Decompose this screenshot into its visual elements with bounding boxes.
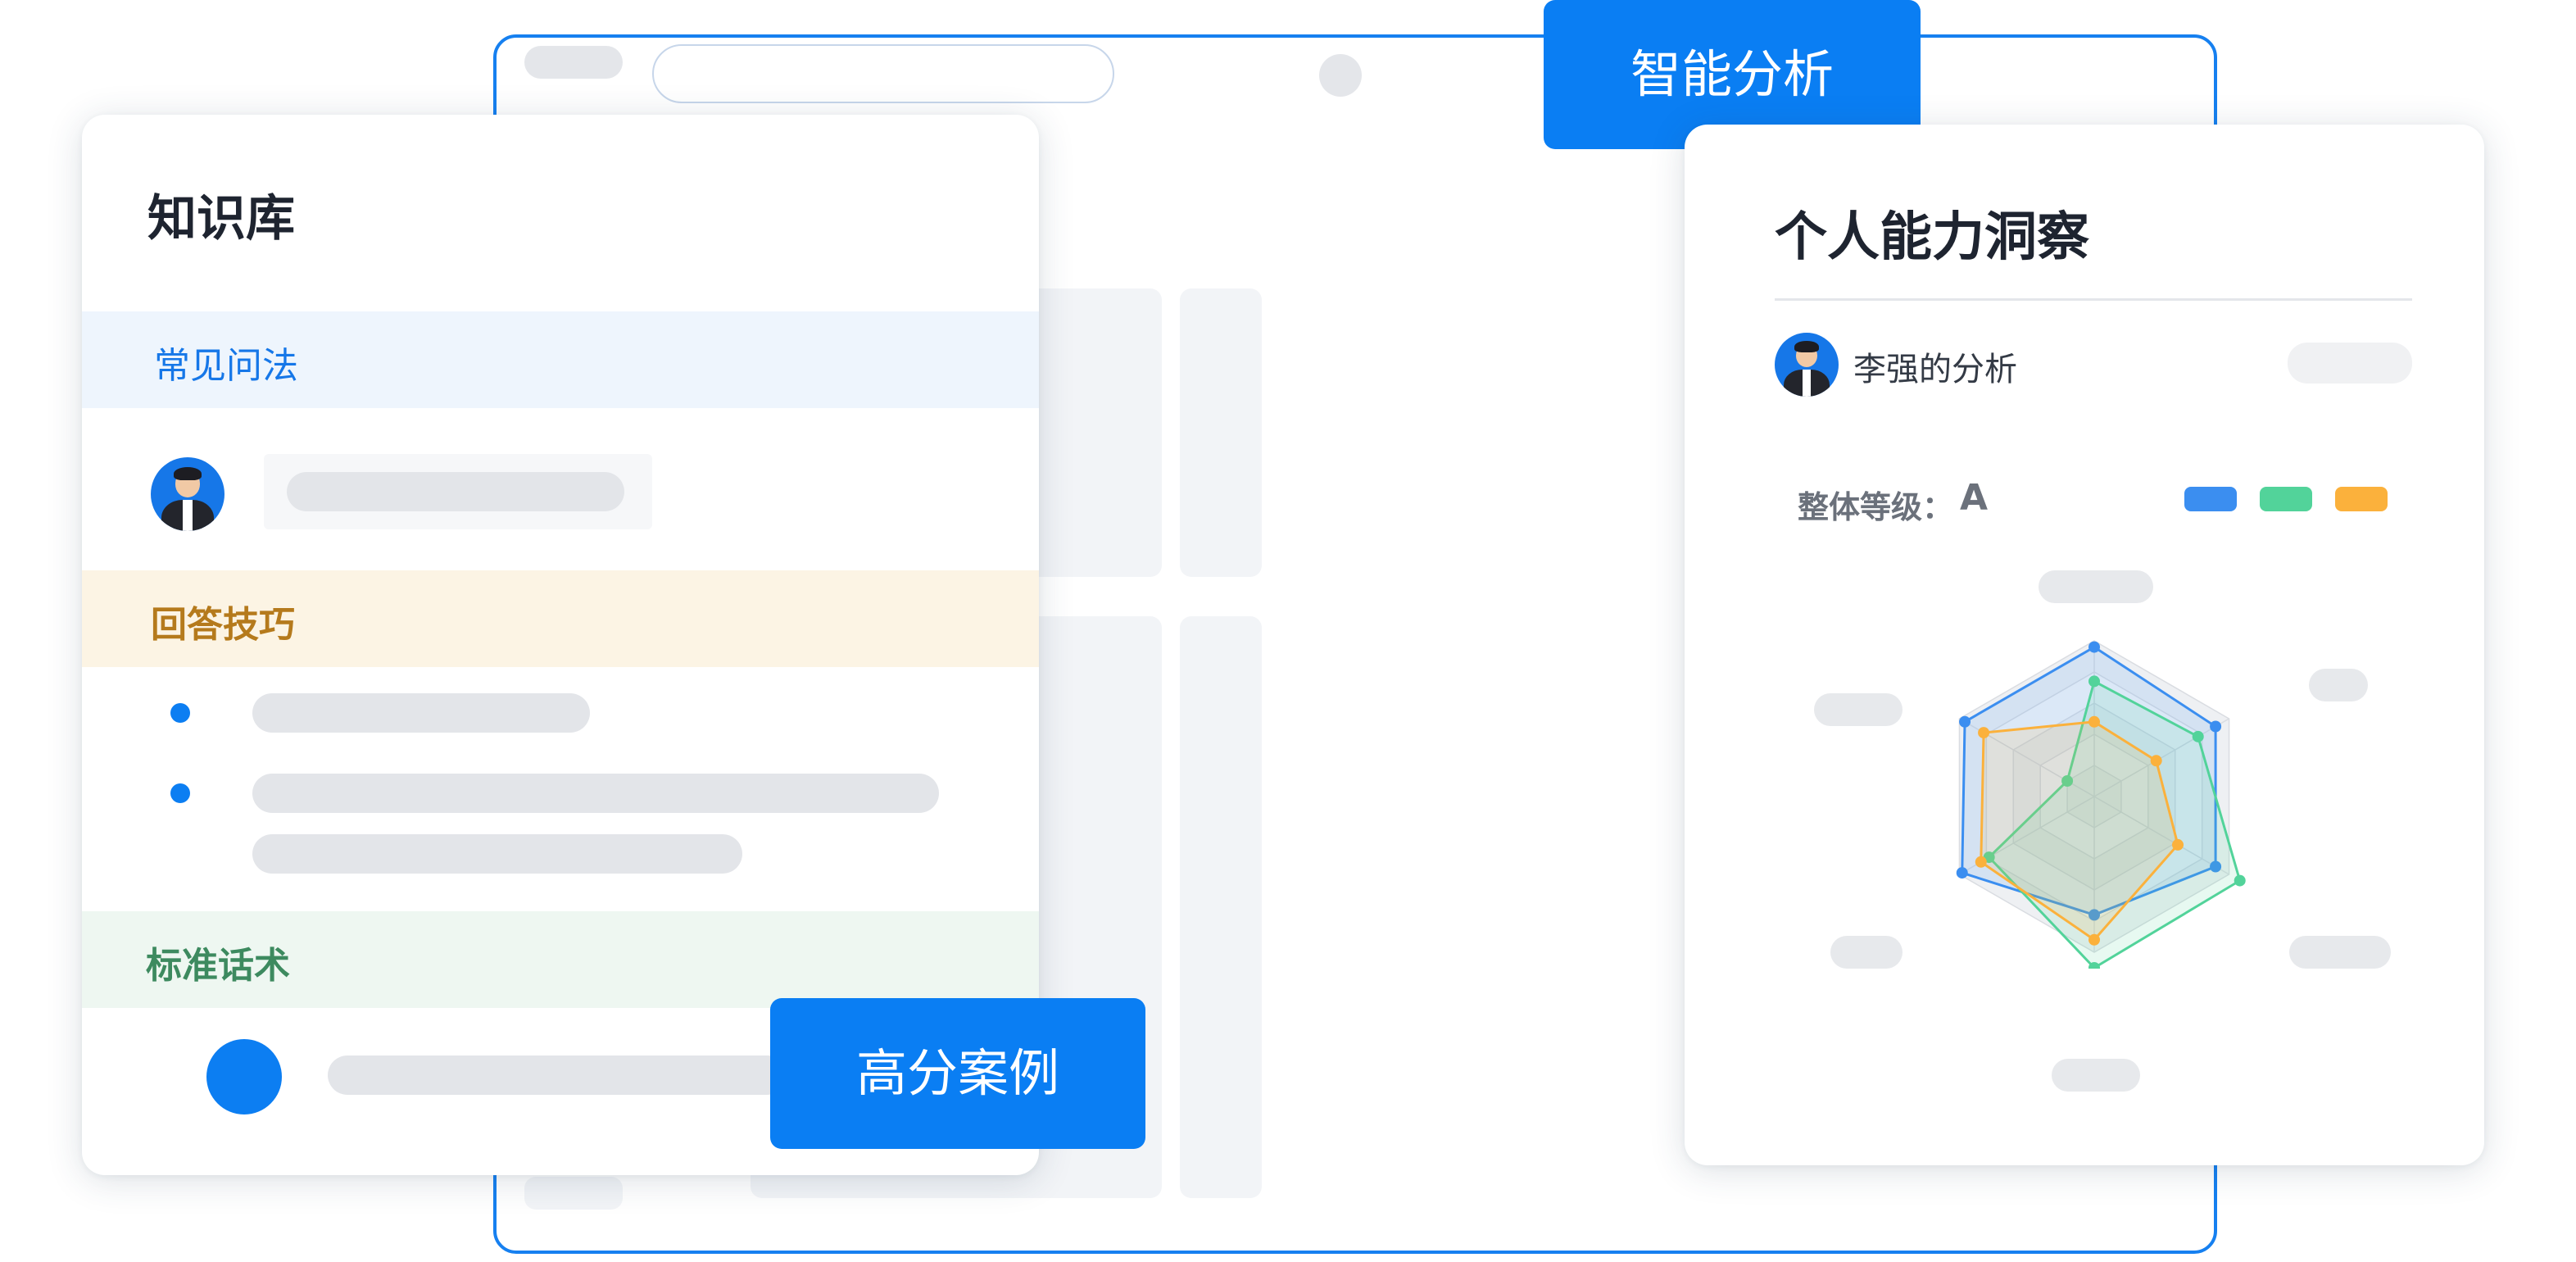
knowledge-base-title: 知识库 [147, 190, 295, 247]
section-common-questions[interactable]: 常见问法 [82, 311, 1039, 408]
placeholder-logo [524, 46, 623, 79]
axis-label-placeholder [2289, 936, 2391, 969]
section-label: 回答技巧 [151, 604, 295, 646]
placeholder-text-line [252, 693, 590, 733]
placeholder-text-line [252, 834, 742, 874]
radar-point [1975, 856, 1987, 868]
section-answer-tips[interactable]: 回答技巧 [82, 570, 1039, 667]
placeholder-text-line [252, 774, 939, 813]
axis-label-placeholder [2039, 570, 2153, 603]
avatar [1775, 333, 1839, 397]
bullet-dot [170, 783, 190, 803]
question-bubble [264, 454, 652, 529]
placeholder-text-line [287, 472, 624, 511]
radar-point [2088, 933, 2100, 946]
legend-swatch-orange [2335, 487, 2388, 511]
radar-point [2234, 874, 2246, 887]
radar-point [1956, 867, 1968, 879]
overall-grade-label: 整体等级： [1798, 489, 1954, 525]
radar-point [2088, 675, 2100, 688]
radar-point [2210, 720, 2222, 733]
placeholder-tile [1180, 288, 1262, 577]
placeholder-avatar [1319, 54, 1362, 97]
legend-swatch-blue [2184, 487, 2237, 511]
high-score-cases-badge[interactable]: 高分案例 [770, 998, 1145, 1149]
avatar [151, 457, 224, 531]
overall-grade-value: A [1960, 477, 1989, 519]
legend-swatch-green [2260, 487, 2312, 511]
placeholder-chip [2288, 343, 2412, 384]
axis-label-placeholder [1830, 936, 1903, 969]
radar-point [1978, 727, 1990, 739]
placeholder-tile [1180, 616, 1262, 1198]
placeholder-text-line [328, 1055, 787, 1095]
user-analysis-label: 李强的分析 [1853, 351, 2017, 388]
ability-insight-card: 个人能力洞察 李强的分析 整体等级： A [1685, 125, 2484, 1165]
radar-point [1959, 715, 1971, 728]
axis-label-placeholder [2309, 669, 2368, 701]
radar-point [2172, 838, 2184, 851]
section-label: 常见问法 [154, 345, 298, 387]
placeholder-search-box [652, 44, 1114, 103]
radar-point [2150, 755, 2162, 767]
radar-chart [1956, 640, 2246, 969]
section-standard-script[interactable]: 标准话术 [82, 911, 1039, 1008]
ability-insight-title: 个人能力洞察 [1775, 207, 2089, 268]
radar-point [2088, 715, 2100, 728]
bullet-dot [170, 703, 190, 723]
radar-point [2192, 730, 2204, 742]
speaker-dot [206, 1039, 282, 1114]
section-label: 标准话术 [146, 945, 290, 987]
axis-label-placeholder [1814, 693, 1903, 726]
divider [1775, 298, 2412, 301]
placeholder-tile [524, 1177, 623, 1210]
radar-point [2088, 641, 2100, 653]
axis-label-placeholder [2052, 1059, 2140, 1092]
